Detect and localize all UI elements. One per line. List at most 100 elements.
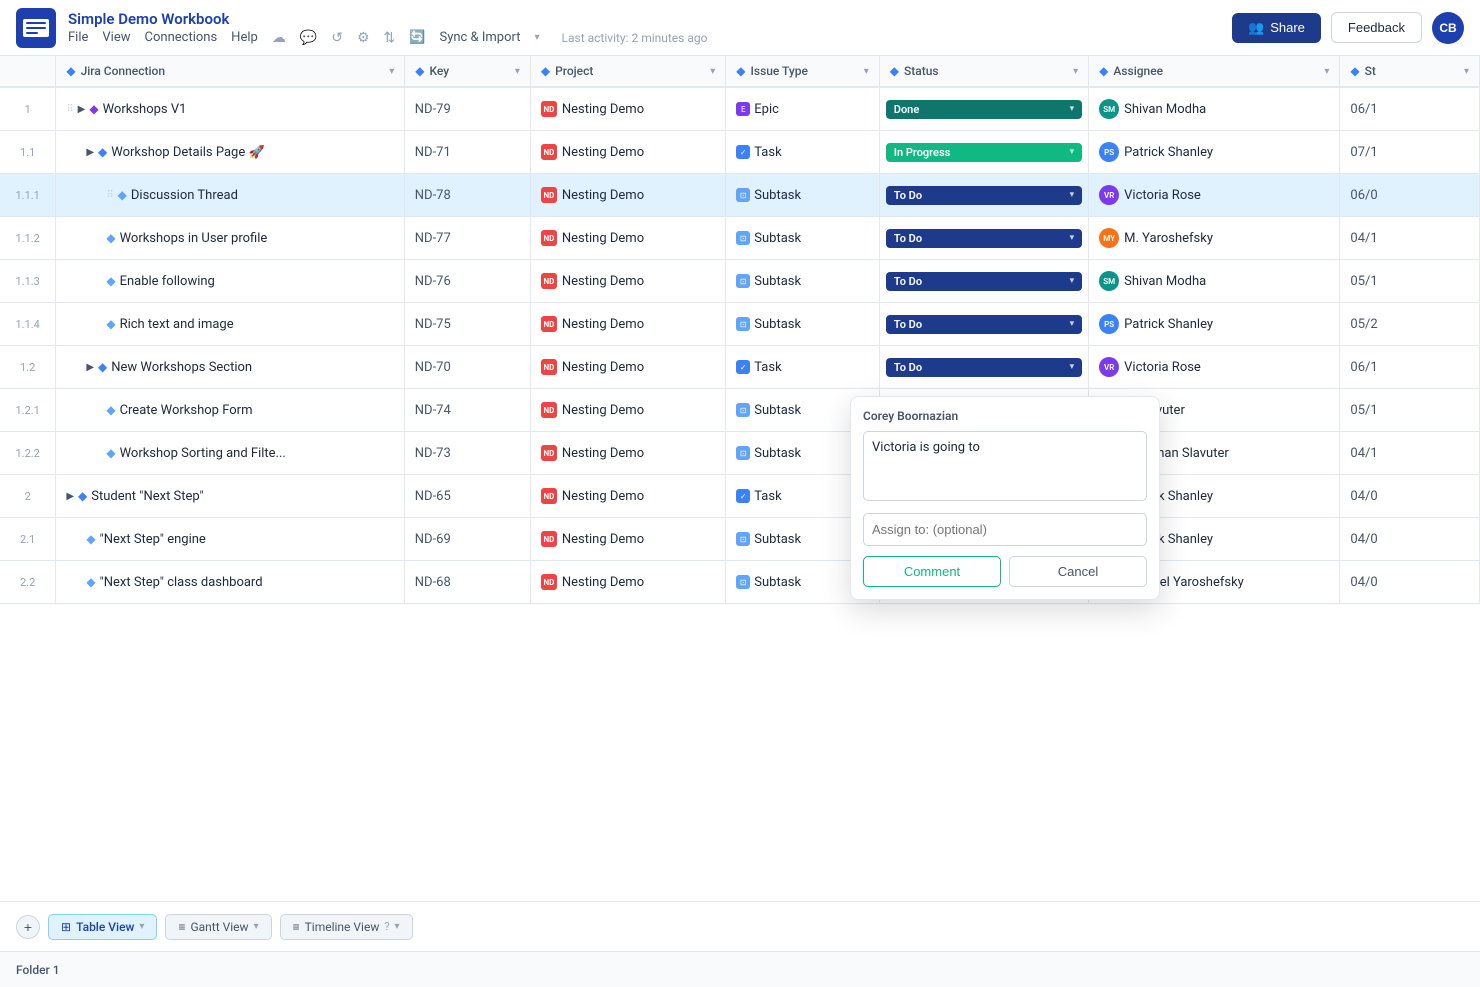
user-avatar-button[interactable]: CB — [1432, 12, 1464, 44]
status-dropdown-arrow[interactable]: ▾ — [1070, 147, 1075, 157]
diamond-icon-assignee: ◆ — [1099, 64, 1108, 78]
tab-table-view[interactable]: ⊞ Table View ▾ — [48, 914, 157, 940]
task-project: NDNesting Demo — [530, 303, 725, 346]
col-header-issuetype[interactable]: ◆ Issue Type ▾ — [726, 56, 880, 87]
cancel-button[interactable]: Cancel — [1009, 556, 1147, 587]
gantt-view-arrow[interactable]: ▾ — [254, 921, 259, 932]
sort-icon-jira[interactable]: ▾ — [389, 66, 394, 77]
sort-icon-project[interactable]: ▾ — [710, 66, 715, 77]
status-dropdown-arrow[interactable]: ▾ — [1070, 319, 1075, 329]
task-status[interactable]: To Do ▾ — [879, 174, 1088, 217]
task-name-cell[interactable]: ◆"Next Step" engine — [56, 518, 404, 560]
task-name-cell[interactable]: ◆"Next Step" class dashboard — [56, 561, 404, 603]
task-status[interactable]: Done ▾ — [879, 87, 1088, 131]
task-name-cell[interactable]: ▶◆Student "Next Step" — [56, 475, 404, 517]
sort-icon-issuetype[interactable]: ▾ — [864, 66, 869, 77]
task-status[interactable]: To Do ▾ — [879, 217, 1088, 260]
task-status[interactable]: To Do ▾ — [879, 303, 1088, 346]
sync-import-label[interactable]: Sync & Import — [439, 30, 520, 45]
status-label: To Do — [894, 232, 922, 245]
diamond-icon-key: ◆ — [415, 64, 424, 78]
task-assignee: VR Victoria Rose — [1089, 174, 1340, 217]
app-logo[interactable] — [16, 8, 56, 48]
task-name-cell[interactable]: ▶◆New Workshops Section — [56, 346, 404, 388]
menu-file[interactable]: File — [68, 30, 88, 45]
project-icon: ND — [541, 531, 557, 547]
row-number: 1.1.4 — [0, 303, 56, 346]
task-start: 04/0 — [1340, 561, 1480, 604]
task-start: 04/1 — [1340, 217, 1480, 260]
task-status[interactable]: To Do ▾ — [879, 260, 1088, 303]
project-icon: ND — [541, 187, 557, 203]
app-title: Simple Demo Workbook — [68, 10, 1232, 28]
task-start: 05/2 — [1340, 303, 1480, 346]
assignee-name: Patrick Shanley — [1124, 145, 1213, 160]
sort-icon: ⇅ — [384, 30, 396, 46]
table-row: 1.1.4◆Rich text and imageND-75NDNesting … — [0, 303, 1480, 346]
assign-to-input[interactable] — [863, 513, 1147, 546]
status-dropdown-arrow[interactable]: ▾ — [1070, 362, 1075, 372]
folder-label[interactable]: Folder 1 — [16, 963, 60, 977]
task-name-cell[interactable]: ◆Enable following — [56, 260, 404, 302]
task-name-cell[interactable]: ◆Workshop Sorting and Filte... — [56, 432, 404, 474]
row-number: 1.2 — [0, 346, 56, 389]
expand-icon[interactable]: ▶ — [66, 491, 74, 502]
project-icon: ND — [541, 359, 557, 375]
task-name-cell[interactable]: ◆Workshops in User profile — [56, 217, 404, 259]
menu-view[interactable]: View — [102, 30, 130, 45]
expand-icon[interactable]: ▶ — [86, 147, 94, 158]
table-view-arrow[interactable]: ▾ — [139, 921, 144, 932]
task-status[interactable]: To Do ▾ — [879, 346, 1088, 389]
last-activity: Last activity: 2 minutes ago — [562, 31, 708, 45]
col-header-start[interactable]: ◆ St ▾ — [1340, 56, 1480, 87]
task-name-text: Workshops V1 — [103, 102, 187, 117]
task-name-cell[interactable]: ▶◆Workshop Details Page 🚀 — [56, 131, 404, 173]
menu-connections[interactable]: Connections — [145, 30, 218, 45]
expand-icon[interactable]: ▶ — [86, 362, 94, 373]
status-dropdown-arrow[interactable]: ▾ — [1070, 190, 1075, 200]
row-number: 1.1 — [0, 131, 56, 174]
task-assignee: MY M. Yaroshefsky — [1089, 217, 1340, 260]
assignee-name: M. Yaroshefsky — [1124, 231, 1213, 246]
timeline-view-arrow[interactable]: ▾ — [395, 921, 400, 932]
sort-icon-key[interactable]: ▾ — [515, 66, 520, 77]
task-status[interactable]: In Progress ▾ — [879, 131, 1088, 174]
task-assignee: SM Shivan Modha — [1089, 87, 1340, 131]
comment-button[interactable]: Comment — [863, 556, 1001, 587]
table-row: 1.2.1◆Create Workshop FormND-74NDNesting… — [0, 389, 1480, 432]
task-key: ND-69 — [405, 518, 531, 561]
sort-icon-start[interactable]: ▾ — [1464, 66, 1469, 77]
tab-timeline-view[interactable]: ≡ Timeline View ? ▾ — [280, 914, 413, 940]
assignee-avatar: SM — [1099, 271, 1119, 291]
sort-icon-assignee[interactable]: ▾ — [1324, 66, 1329, 77]
col-header-jira[interactable]: ◆ Jira Connection ▾ — [56, 56, 405, 87]
col-header-assignee[interactable]: ◆ Assignee ▾ — [1089, 56, 1340, 87]
add-view-button[interactable]: + — [16, 915, 40, 939]
task-name-cell[interactable]: ◆Create Workshop Form — [56, 389, 404, 431]
status-dropdown-arrow[interactable]: ▾ — [1070, 104, 1075, 114]
task-name-cell[interactable]: ⠿▶◆Workshops V1 — [56, 88, 404, 130]
col-header-key[interactable]: ◆ Key ▾ — [405, 56, 531, 87]
task-name-cell[interactable]: ⠿◆Discussion Thread — [56, 174, 404, 216]
feedback-button[interactable]: Feedback — [1331, 12, 1422, 43]
assignee-avatar: PS — [1099, 314, 1119, 334]
popup-actions: Comment Cancel — [863, 556, 1147, 587]
sync-icon: 🔄 — [409, 30, 425, 45]
comment-textarea[interactable]: Victoria is going to — [863, 431, 1147, 501]
col-header-project[interactable]: ◆ Project ▾ — [530, 56, 725, 87]
task-name-cell[interactable]: ◆Rich text and image — [56, 303, 404, 345]
task-project: NDNesting Demo — [530, 346, 725, 389]
expand-icon[interactable]: ▶ — [78, 104, 86, 115]
project-icon: ND — [541, 488, 557, 504]
status-dropdown-arrow[interactable]: ▾ — [1070, 276, 1075, 286]
menu-help[interactable]: Help — [231, 30, 258, 45]
status-dropdown-arrow[interactable]: ▾ — [1070, 233, 1075, 243]
assignee-avatar: VR — [1099, 185, 1119, 205]
timeline-view-icon: ≡ — [293, 920, 300, 934]
assignee-name: Shivan Modha — [1124, 274, 1206, 289]
col-header-status[interactable]: ◆ Status ▾ — [879, 56, 1088, 87]
task-project: NDNesting Demo — [530, 475, 725, 518]
share-button[interactable]: 👥 Share — [1232, 13, 1321, 43]
sort-icon-status[interactable]: ▾ — [1073, 66, 1078, 77]
tab-gantt-view[interactable]: ≡ Gantt View ▾ — [165, 914, 271, 940]
